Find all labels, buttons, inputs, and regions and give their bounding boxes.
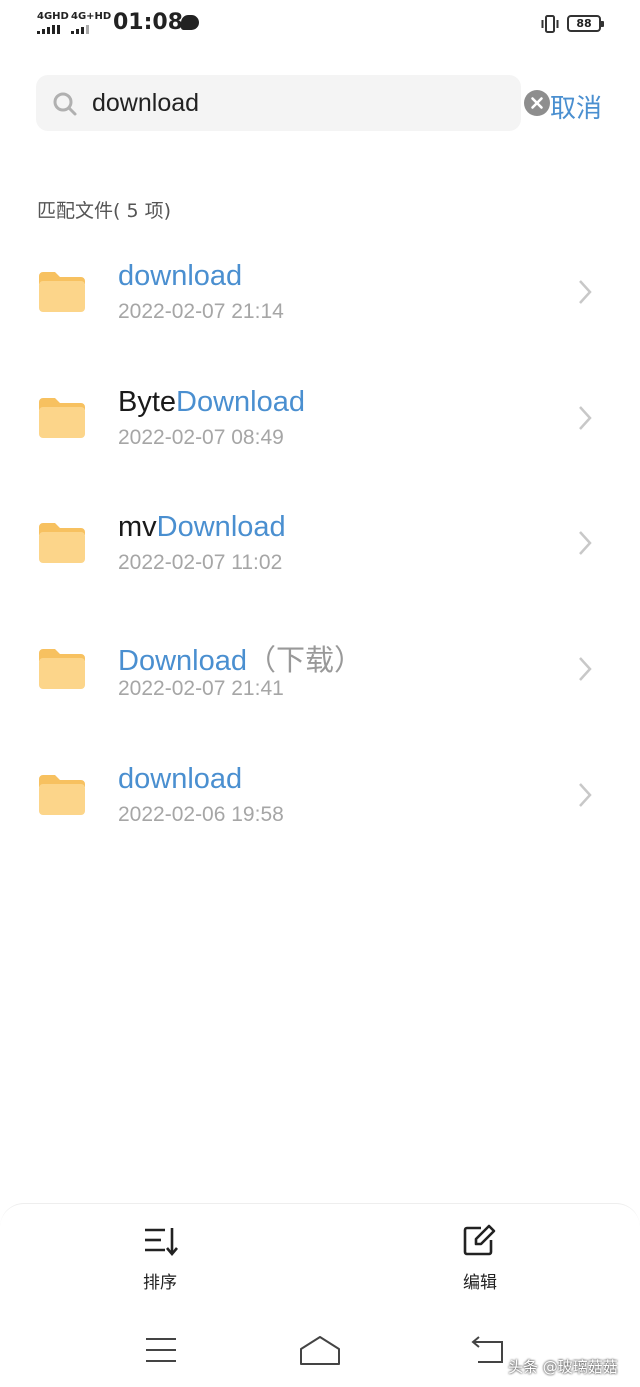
folder-name: Download（下载） [118,637,363,679]
folder-name-suffix: （下载） [246,645,363,678]
cancel-button[interactable]: 取消 [550,88,602,125]
folder-icon [39,523,85,564]
chevron-right-icon [579,405,592,430]
edit-label: 编辑 [463,1273,497,1293]
folder-date: 2022-02-07 21:14 [118,300,284,323]
result-count: 匹配文件( 5 项) [37,200,171,222]
signal-bars-icon [71,25,111,34]
folder-name: ByteDownload [118,386,305,419]
signal-bars-icon [37,25,69,34]
sim2-label: 4G+HD [71,11,112,22]
vibrate-icon [541,15,559,33]
folder-date: 2022-02-07 21:41 [118,677,284,701]
chevron-right-icon [579,657,592,681]
folder-name-match: Download [118,645,247,678]
sim1-label: 4GHD [37,11,69,22]
folder-icon [39,649,85,690]
folder-name-match: download [118,762,243,795]
folder-date: 2022-02-07 08:49 [118,425,284,449]
folder-name-match: download [118,260,243,292]
folder-name: download [118,763,242,796]
folder-icon [39,397,85,438]
sim2-signal: 4G+HD [71,12,111,34]
folder-name: download [118,260,242,293]
search-bar [36,75,550,131]
message-notification-icon [181,15,199,30]
status-bar: 4GHD 4G+HD 01:08 88 [0,0,640,50]
sim1-signal: 4GHD [37,12,69,34]
chevron-right-icon [579,531,592,556]
edit-icon [463,1224,496,1256]
home-icon[interactable] [298,1334,342,1366]
menu-icon[interactable] [144,1336,178,1364]
folder-icon [39,272,85,312]
edit-button[interactable]: 编辑 [440,1224,520,1293]
chevron-right-icon [579,782,592,807]
chevron-right-icon [579,280,592,304]
folder-list-item[interactable]: Download（下载） 2022-02-07 21:41 [0,617,640,727]
close-icon [531,97,543,109]
folder-name-match: Download [176,385,306,418]
sort-icon [145,1228,178,1257]
clock: 01:08 [113,10,184,35]
folder-name: mvDownload [118,511,286,544]
folder-list-item[interactable]: download 2022-02-07 21:14 [0,240,640,350]
bottom-toolbar: 排序 编辑 [0,1203,640,1304]
folder-list-item[interactable]: ByteDownload 2022-02-07 08:49 [0,366,640,476]
folder-icon [39,774,85,815]
sort-label: 排序 [143,1273,177,1293]
folder-list-item[interactable]: download 2022-02-06 19:58 [0,743,640,853]
back-icon[interactable] [470,1334,506,1366]
folder-name-prefix: mv [118,511,157,544]
folder-list-item[interactable]: mvDownload 2022-02-07 11:02 [0,491,640,601]
battery-indicator: 88 [567,15,604,32]
folder-date: 2022-02-07 11:02 [118,551,283,575]
folder-name-match: Download [156,511,286,544]
clear-search-button[interactable] [524,90,550,116]
folder-name-prefix: Byte [118,385,177,418]
sort-button[interactable]: 排序 [120,1224,200,1293]
folder-date: 2022-02-06 19:58 [118,802,284,826]
search-input[interactable] [92,85,462,121]
search-icon [53,92,77,116]
watermark: 头条 @玻璃菇菇 [508,1358,618,1376]
